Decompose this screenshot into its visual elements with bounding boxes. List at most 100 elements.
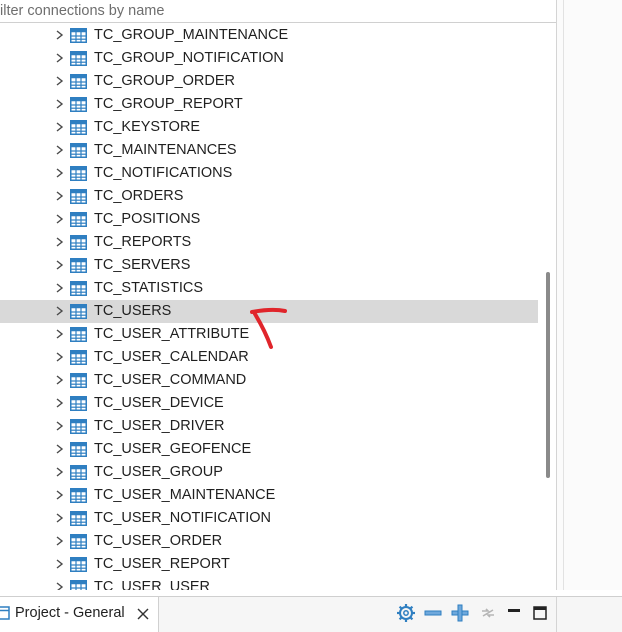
tree-row[interactable]: TC_GROUP_ORDER — [0, 70, 538, 93]
chevron-right-icon[interactable] — [52, 373, 66, 387]
tree-row-label: TC_MAINTENANCES — [94, 142, 237, 158]
tree-row-label: TC_USER_COMMAND — [94, 372, 247, 388]
tree-row-label: TC_SERVERS — [94, 257, 191, 273]
table-icon — [70, 74, 87, 89]
tree-row-label: TC_ORDERS — [94, 188, 184, 204]
filter-bar — [0, 0, 557, 23]
table-icon — [70, 28, 87, 43]
tree-row[interactable]: TC_MAINTENANCES — [0, 139, 538, 162]
table-icon — [70, 580, 87, 590]
gear-icon[interactable] — [396, 603, 416, 623]
tree-row[interactable]: TC_POSITIONS — [0, 208, 538, 231]
table-icon — [70, 327, 87, 342]
tree-row[interactable]: TC_SERVERS — [0, 254, 538, 277]
tree-row-label: TC_USER_USER — [94, 579, 211, 590]
tree-row-label: TC_USER_ORDER — [94, 533, 223, 549]
tree-row-label: TC_USER_CALENDAR — [94, 349, 249, 365]
tree-row-label: TC_USER_ATTRIBUTE — [94, 326, 250, 342]
tree-row-label: TC_USER_DRIVER — [94, 418, 225, 434]
tree-row[interactable]: TC_USER_DRIVER — [0, 415, 538, 438]
tree-row[interactable]: TC_REPORTS — [0, 231, 538, 254]
table-icon — [70, 304, 87, 319]
chevron-right-icon[interactable] — [52, 74, 66, 88]
tree-row[interactable]: TC_GROUP_REPORT — [0, 93, 538, 116]
tree-row[interactable]: TC_USER_NOTIFICATION — [0, 507, 538, 530]
table-icon — [70, 258, 87, 273]
chevron-right-icon[interactable] — [52, 557, 66, 571]
tree-row-label: TC_POSITIONS — [94, 211, 201, 227]
tree-row-label: TC_USER_DEVICE — [94, 395, 224, 411]
table-icon — [70, 442, 87, 457]
tree-row-label: TC_GROUP_REPORT — [94, 96, 243, 112]
tree-row[interactable]: TC_STATISTICS — [0, 277, 538, 300]
tree-row[interactable]: TC_USER_GEOFENCE — [0, 438, 538, 461]
table-icon — [70, 534, 87, 549]
tree-row[interactable]: TC_GROUP_MAINTENANCE — [0, 24, 538, 47]
tree-row[interactable]: TC_USER_USER — [0, 576, 538, 590]
tab-label: Project - General — [15, 605, 125, 621]
chevron-right-icon[interactable] — [52, 534, 66, 548]
table-icon — [70, 465, 87, 480]
tree-row[interactable]: TC_ORDERS — [0, 185, 538, 208]
tree-row-label: TC_USER_GEOFENCE — [94, 441, 252, 457]
tree-row[interactable]: TC_USER_REPORT — [0, 553, 538, 576]
close-icon[interactable] — [136, 607, 150, 621]
chevron-right-icon[interactable] — [52, 97, 66, 111]
chevron-right-icon[interactable] — [52, 465, 66, 479]
chevron-right-icon[interactable] — [52, 166, 66, 180]
chevron-right-icon[interactable] — [52, 304, 66, 318]
chevron-right-icon[interactable] — [52, 258, 66, 272]
table-icon — [70, 166, 87, 181]
chevron-right-icon[interactable] — [52, 327, 66, 341]
chevron-right-icon[interactable] — [52, 511, 66, 525]
expand-icon[interactable] — [450, 603, 470, 623]
chevron-right-icon[interactable] — [52, 28, 66, 42]
chevron-right-icon[interactable] — [52, 350, 66, 364]
tab-project-general[interactable]: Project - General — [0, 597, 159, 632]
table-icon — [70, 419, 87, 434]
tree-row-label: TC_GROUP_ORDER — [94, 73, 235, 89]
collapse-icon[interactable] — [423, 603, 443, 623]
chevron-right-icon[interactable] — [52, 51, 66, 65]
tree-row[interactable]: TC_USER_GROUP — [0, 461, 538, 484]
chevron-right-icon[interactable] — [52, 281, 66, 295]
tree-row[interactable]: TC_USER_MAINTENANCE — [0, 484, 538, 507]
tree-row-label: TC_USER_GROUP — [94, 464, 223, 480]
table-icon — [70, 143, 87, 158]
red-arrow-icon — [250, 307, 287, 349]
chevron-right-icon[interactable] — [52, 580, 66, 590]
table-icon — [70, 557, 87, 572]
chevron-right-icon[interactable] — [52, 143, 66, 157]
table-icon — [70, 189, 87, 204]
panel-divider — [563, 0, 564, 590]
tree-row-label: TC_NOTIFICATIONS — [94, 165, 233, 181]
chevron-right-icon[interactable] — [52, 419, 66, 433]
chevron-right-icon[interactable] — [52, 212, 66, 226]
tree-row[interactable]: TC_USER_ORDER — [0, 530, 538, 553]
minimize-icon[interactable] — [505, 603, 525, 623]
tree-row-label: TC_USERS — [94, 303, 172, 319]
link-icon[interactable] — [478, 603, 498, 623]
tree-row[interactable]: TC_GROUP_NOTIFICATION — [0, 47, 538, 70]
chevron-right-icon[interactable] — [52, 235, 66, 249]
table-icon — [70, 488, 87, 503]
filter-input[interactable] — [0, 1, 550, 21]
tree-row[interactable]: TC_NOTIFICATIONS — [0, 162, 538, 185]
tree-row[interactable]: TC_USER_DEVICE — [0, 392, 538, 415]
tree-row-label: TC_STATISTICS — [94, 280, 204, 296]
table-icon — [70, 51, 87, 66]
chevron-right-icon[interactable] — [52, 120, 66, 134]
bottom-panel-bar: Project - General — [0, 596, 622, 632]
chevron-right-icon[interactable] — [52, 396, 66, 410]
tree-scrollbar-thumb[interactable] — [546, 272, 550, 478]
tree-row-label: TC_REPORTS — [94, 234, 192, 250]
table-icon — [70, 212, 87, 227]
chevron-right-icon[interactable] — [52, 442, 66, 456]
maximize-icon[interactable] — [531, 603, 551, 623]
table-icon — [70, 373, 87, 388]
tree-row[interactable]: TC_USER_COMMAND — [0, 369, 538, 392]
chevron-right-icon[interactable] — [52, 189, 66, 203]
chevron-right-icon[interactable] — [52, 488, 66, 502]
tree-row[interactable]: TC_KEYSTORE — [0, 116, 538, 139]
table-icon — [70, 281, 87, 296]
